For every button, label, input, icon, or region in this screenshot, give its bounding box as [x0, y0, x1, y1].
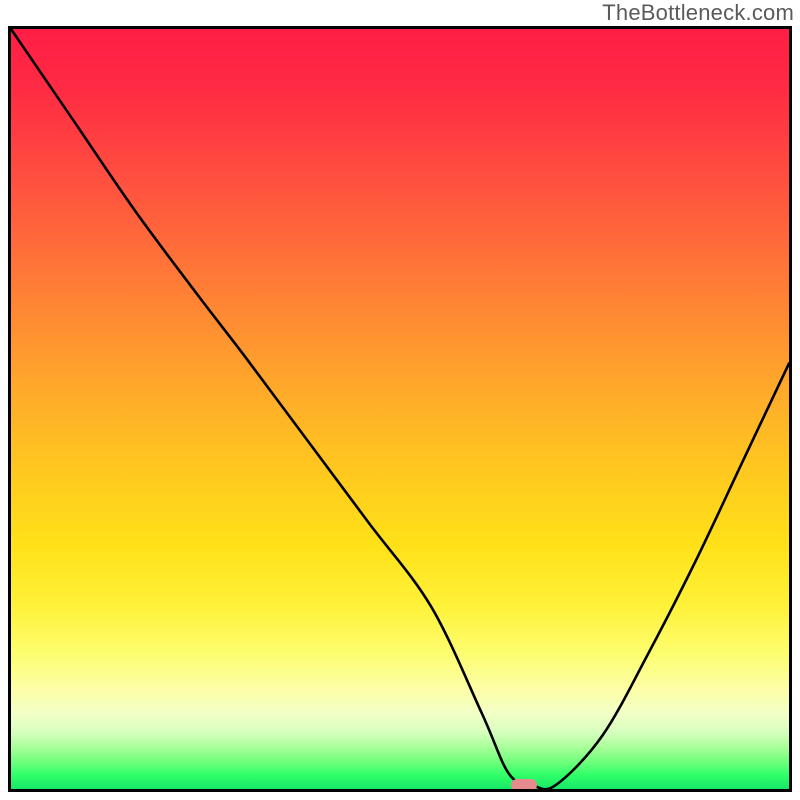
bottleneck-curve — [8, 26, 792, 792]
plot-area — [8, 26, 792, 792]
watermark-text: TheBottleneck.com — [602, 0, 794, 26]
trough-marker — [511, 779, 537, 791]
chart-stage: TheBottleneck.com — [0, 0, 800, 800]
